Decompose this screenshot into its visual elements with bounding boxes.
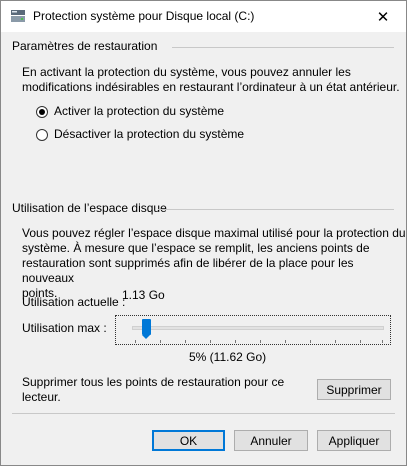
system-protection-dialog: Protection système pour Disque local (C:… [0,0,407,466]
enable-protection-label[interactable]: Activer la protection du système [54,104,224,118]
restore-description-line-2: modifications indésirables en restaurant… [22,80,400,94]
slider-tick [360,340,361,343]
slider-tick [210,340,211,343]
disk-usage-separator [158,209,394,210]
max-usage-slider[interactable] [115,315,391,345]
ok-button[interactable]: OK [152,430,225,451]
disk-description-line-2: système. À mesure que l’espace se rempli… [22,241,370,255]
delete-text-line-1: Supprimer tous les points de restauratio… [22,375,285,389]
close-button[interactable]: ✕ [360,1,406,32]
slider-track[interactable] [132,326,384,330]
restore-settings-separator [172,47,394,48]
disable-protection-label[interactable]: Désactiver la protection du système [54,127,244,141]
footer-separator [12,413,395,414]
max-usage-label: Utilisation max : [22,321,107,335]
apply-button[interactable]: Appliquer [317,430,391,451]
slider-tick [235,340,236,343]
current-usage-label: Utilisation actuelle : [22,295,126,309]
slider-tick [160,340,161,343]
slider-tick [382,340,383,343]
restore-settings-description: En activant la protection du système, vo… [22,65,400,95]
slider-tick [260,340,261,343]
disk-description-line-3: restauration sont supprimés afin de libé… [22,256,354,285]
restore-settings-heading: Paramètres de restauration [12,39,158,53]
title-bar: Protection système pour Disque local (C:… [1,1,406,32]
current-usage-value: 1.13 Go [122,288,165,302]
delete-button[interactable]: Supprimer [317,379,391,400]
slider-tick [285,340,286,343]
max-usage-value: 5% (11.62 Go) [189,350,267,364]
slider-tick [335,340,336,343]
slider-tick [310,340,311,343]
delete-text-line-2: lecteur. [22,390,61,404]
slider-tick [185,340,186,343]
drive-icon [11,10,25,22]
disk-usage-description: Vous pouvez régler l’espace disque maxim… [22,226,406,301]
disable-protection-radio[interactable] [36,129,48,141]
disk-usage-heading: Utilisation de l’espace disque [12,201,167,215]
restore-description-line-1: En activant la protection du système, vo… [22,65,351,79]
close-icon: ✕ [376,8,390,26]
delete-description: Supprimer tous les points de restauratio… [22,375,284,405]
slider-thumb[interactable] [142,319,152,339]
cancel-button[interactable]: Annuler [234,430,308,451]
disk-description-line-1: Vous pouvez régler l’espace disque maxim… [22,226,406,240]
enable-protection-radio[interactable] [36,106,48,118]
window-title: Protection système pour Disque local (C:… [33,9,255,23]
slider-tick [135,340,136,343]
